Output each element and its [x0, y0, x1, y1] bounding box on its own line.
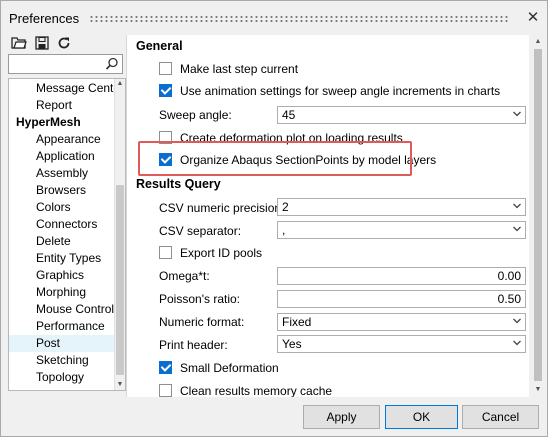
clean-results-cache-checkbox[interactable]: [159, 384, 172, 397]
highlight-annotation: [138, 141, 412, 176]
scroll-down-icon[interactable]: ▼: [115, 380, 125, 390]
sweep-angle-select[interactable]: 45: [277, 106, 526, 124]
numeric-format-value: Fixed: [282, 315, 312, 329]
tree-item-mouse-controls[interactable]: Mouse Controls: [9, 301, 120, 318]
tree-item-sketching[interactable]: Sketching: [9, 352, 114, 369]
window-title: Preferences: [9, 11, 80, 26]
use-animation-settings-label: Use animation settings for sweep angle i…: [180, 84, 501, 98]
tree-item-browsers[interactable]: Browsers: [9, 182, 114, 199]
chevron-down-icon: [513, 340, 521, 346]
tree-item-colors[interactable]: Colors: [9, 199, 114, 216]
settings-panel: General Make last step current Use anima…: [126, 35, 530, 397]
tree-item-report[interactable]: Report: [9, 97, 114, 114]
omega-input[interactable]: 0.00: [277, 267, 526, 285]
small-deformation-checkbox[interactable]: [159, 361, 172, 374]
export-id-pools-label: Export ID pools: [180, 246, 263, 260]
csv-separator-select[interactable]: ,: [277, 221, 526, 239]
tree-item-post[interactable]: Post: [9, 335, 114, 352]
preferences-tree[interactable]: Message Center Report HyperMesh Appearance A…: [8, 78, 126, 391]
tree-item-topology[interactable]: Topology: [9, 369, 114, 386]
ok-button[interactable]: OK: [385, 405, 458, 429]
panel-scroll-thumb[interactable]: [534, 49, 542, 381]
csv-precision-select[interactable]: 2: [277, 198, 526, 216]
tree-scroll-thumb[interactable]: [116, 185, 124, 375]
tree-item-application[interactable]: Application: [9, 148, 114, 165]
search-input[interactable]: [8, 54, 123, 74]
poisson-input[interactable]: 0.50: [277, 290, 526, 308]
omega-label: Omega*t:: [159, 269, 210, 283]
tree-item-entity-types[interactable]: Entity Types: [9, 250, 114, 267]
apply-button[interactable]: Apply: [303, 405, 380, 429]
sweep-angle-value: 45: [282, 108, 296, 122]
print-header-value: Yes: [282, 337, 302, 351]
csv-separator-value: ,: [282, 223, 286, 237]
scroll-up-icon[interactable]: ▲: [115, 79, 125, 89]
csv-separator-label: CSV separator:: [159, 224, 242, 238]
scroll-down-icon[interactable]: ▼: [533, 385, 543, 395]
tree-item-performance[interactable]: Performance: [9, 318, 114, 335]
tree-item-assembly[interactable]: Assembly: [9, 165, 114, 182]
print-header-label: Print header:: [159, 338, 228, 352]
results-query-heading: Results Query: [136, 177, 221, 191]
title-bar[interactable]: Preferences ✕: [1, 1, 547, 35]
numeric-format-label: Numeric format:: [159, 315, 245, 329]
export-id-pools-checkbox[interactable]: [159, 246, 172, 259]
small-deformation-label: Small Deformation: [180, 361, 279, 375]
cancel-button[interactable]: Cancel: [462, 405, 539, 429]
drag-grip[interactable]: [89, 15, 509, 23]
tree-item-message-center[interactable]: Message Center: [9, 80, 124, 97]
chevron-down-icon: [513, 111, 521, 117]
general-heading: General: [136, 39, 183, 53]
tree-item-delete[interactable]: Delete: [9, 233, 114, 250]
tree-item-connectors[interactable]: Connectors: [9, 216, 114, 233]
print-header-select[interactable]: Yes: [277, 335, 526, 353]
tree-scrollbar[interactable]: ▲ ▼: [114, 79, 125, 390]
make-last-step-current-checkbox[interactable]: [159, 62, 172, 75]
chevron-down-icon: [513, 318, 521, 324]
chevron-down-icon: [513, 203, 521, 209]
tree-item-graphics[interactable]: Graphics: [9, 267, 114, 284]
folder-open-icon[interactable]: [11, 35, 27, 51]
panel-scrollbar[interactable]: ▲ ▼: [529, 35, 546, 397]
close-icon[interactable]: ✕: [523, 8, 543, 28]
poisson-label: Poisson's ratio:: [159, 292, 240, 306]
save-icon[interactable]: [34, 35, 50, 51]
chevron-down-icon: [513, 226, 521, 232]
make-last-step-current-label: Make last step current: [180, 62, 299, 76]
sweep-angle-label: Sweep angle:: [159, 108, 232, 122]
csv-precision-value: 2: [282, 200, 289, 214]
use-animation-settings-checkbox[interactable]: [159, 84, 172, 97]
clean-results-cache-label: Clean results memory cache: [180, 384, 333, 397]
search-icon[interactable]: [104, 56, 120, 72]
tree-item-morphing[interactable]: Morphing: [9, 284, 114, 301]
preferences-window: Preferences ✕ Message Center Report HyperM…: [0, 0, 548, 437]
numeric-format-select[interactable]: Fixed: [277, 313, 526, 331]
refresh-icon[interactable]: [56, 35, 72, 51]
tree-item-appearance[interactable]: Appearance: [9, 131, 114, 148]
scroll-up-icon[interactable]: ▲: [533, 37, 543, 47]
tree-item-hypermesh[interactable]: HyperMesh: [9, 114, 114, 131]
csv-precision-label: CSV numeric precision:: [159, 201, 285, 215]
